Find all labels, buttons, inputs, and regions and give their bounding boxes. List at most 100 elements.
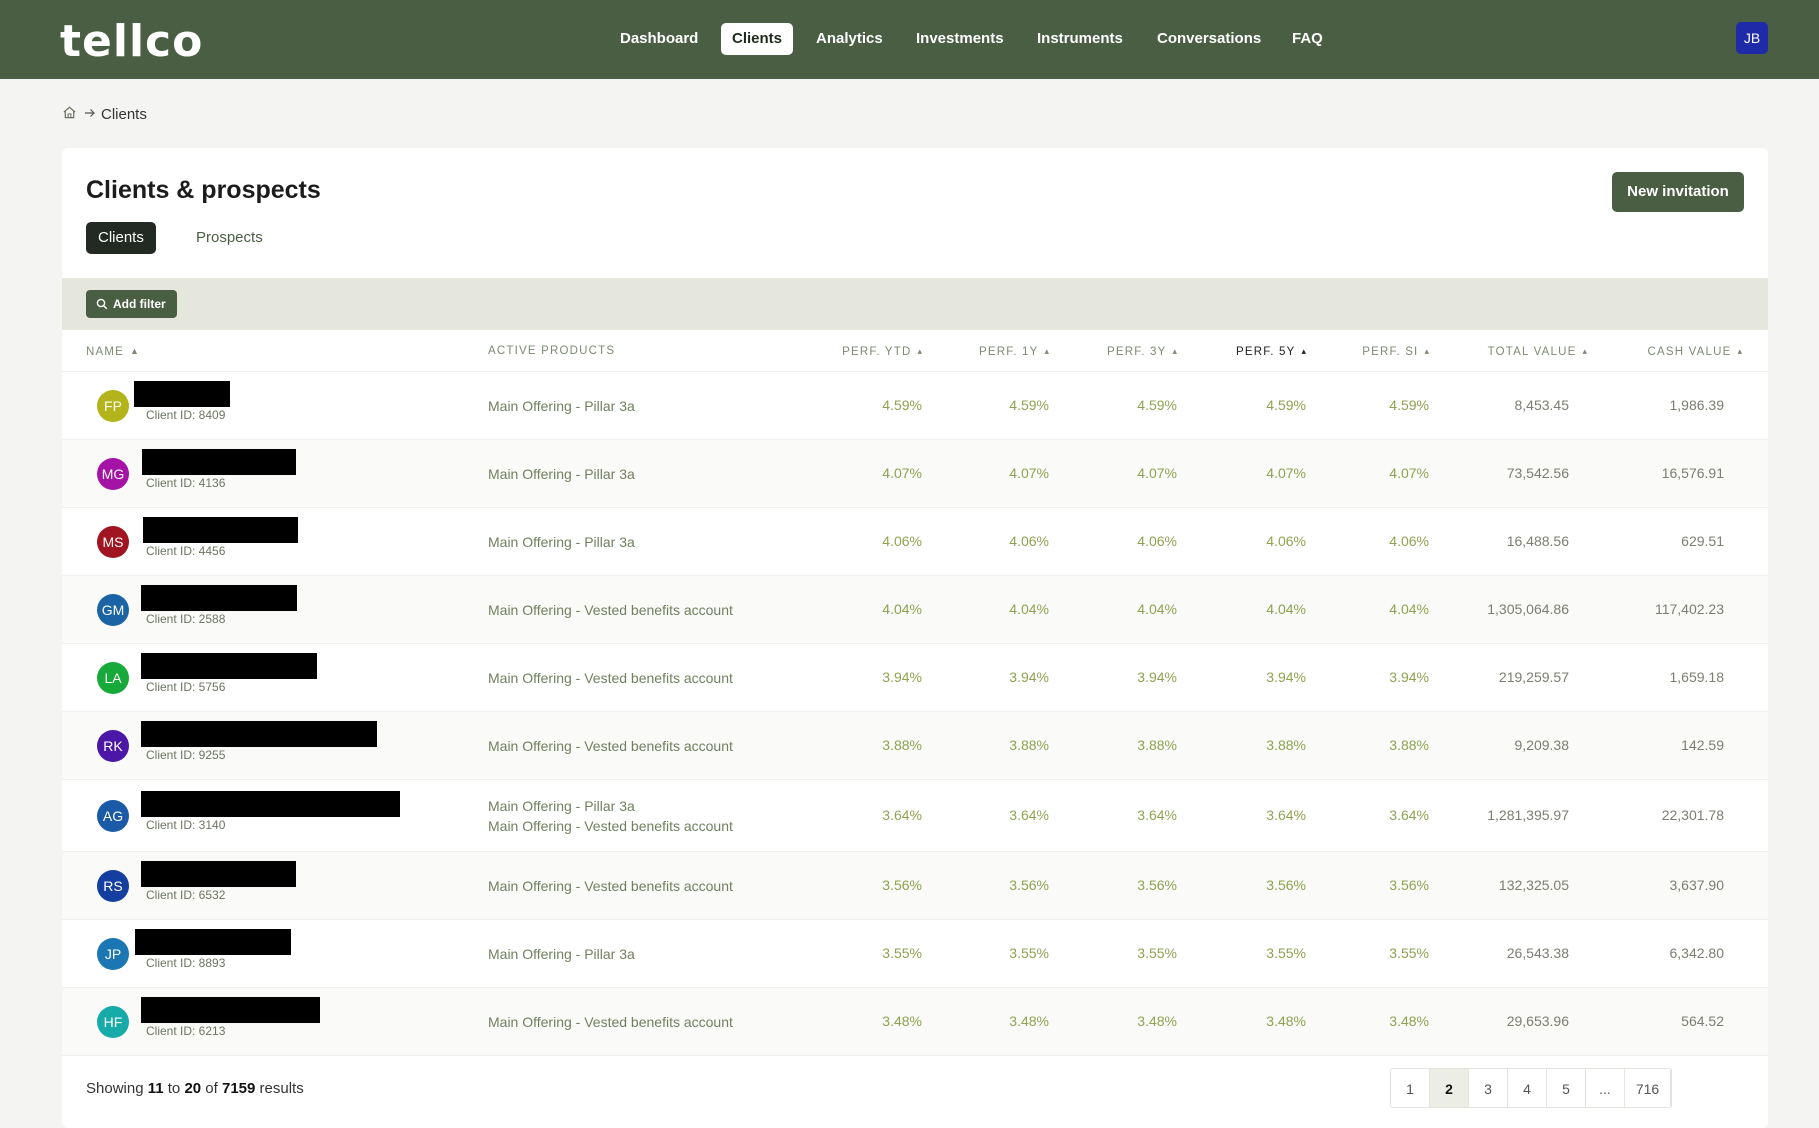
perf-y3-value: 3.88% xyxy=(1137,737,1177,753)
clients-card: Clients & prospects New invitation Clien… xyxy=(62,148,1768,1128)
table-row[interactable]: GM Client ID: 2588 Main Offering - Vested … xyxy=(62,576,1768,644)
arrow-right-icon xyxy=(84,106,96,123)
client-avatar: RK xyxy=(97,730,129,762)
redacted-client-name[interactable] xyxy=(135,929,291,955)
active-products: Main Offering - Vested benefits account xyxy=(488,736,733,756)
nav-dashboard[interactable]: Dashboard xyxy=(609,23,709,55)
perf-y3-value: 4.07% xyxy=(1137,465,1177,481)
perf-si-value: 3.48% xyxy=(1389,1013,1429,1029)
cash-value: 142.59 xyxy=(1681,737,1724,753)
redacted-client-name[interactable] xyxy=(141,791,400,817)
active-products: Main Offering - Vested benefits account xyxy=(488,600,733,620)
header-cash-value[interactable]: CASH VALUE ▴ xyxy=(1597,330,1742,372)
perf-ytd-value: 4.04% xyxy=(882,601,922,617)
header-perf-1y[interactable]: PERF. 1Y ▴ xyxy=(949,330,1049,372)
perf-si-value: 4.07% xyxy=(1389,465,1429,481)
perf-ytd-value: 4.07% xyxy=(882,465,922,481)
nav-clients[interactable]: Clients xyxy=(721,23,794,55)
redacted-client-name[interactable] xyxy=(141,653,317,679)
table-row[interactable]: RK Client ID: 9255 Main Offering - Vested … xyxy=(62,712,1768,780)
table-row[interactable]: AG Client ID: 3140 Main Offering - Pillar … xyxy=(62,780,1768,852)
cash-value: 1,986.39 xyxy=(1669,397,1725,413)
sort-icon: ▴ xyxy=(1424,346,1429,356)
total-value: 8,453.45 xyxy=(1514,397,1570,413)
header-perf-3y-label: PERF. 3Y xyxy=(1107,346,1167,358)
table-row[interactable]: MG Client ID: 4136 Main Offering - Pillar … xyxy=(62,440,1768,508)
redacted-client-name[interactable] xyxy=(141,585,297,611)
table-row[interactable]: RS Client ID: 6532 Main Offering - Vested … xyxy=(62,852,1768,920)
new-invitation-button[interactable]: New invitation xyxy=(1612,172,1744,212)
redacted-client-name[interactable] xyxy=(141,997,320,1023)
client-id: Client ID: 8409 xyxy=(146,408,226,422)
table-row[interactable]: LA Client ID: 5756 Main Offering - Vested … xyxy=(62,644,1768,712)
cash-value: 3,637.90 xyxy=(1669,877,1725,893)
header-perf-1y-label: PERF. 1Y xyxy=(979,346,1039,358)
perf-ytd-value: 4.59% xyxy=(882,397,922,413)
active-products: Main Offering - Pillar 3a xyxy=(488,532,635,552)
nav-analytics[interactable]: Analytics xyxy=(805,23,894,55)
page-2-button[interactable]: 2 xyxy=(1430,1069,1469,1107)
perf-y5-value: 3.94% xyxy=(1266,669,1306,685)
page-5-button[interactable]: 5 xyxy=(1547,1069,1586,1107)
total-value: 132,325.05 xyxy=(1498,877,1569,893)
header-perf-ytd[interactable]: PERF. YTD ▴ xyxy=(822,330,922,372)
nav-faq[interactable]: FAQ xyxy=(1281,23,1334,55)
perf-si-value: 4.59% xyxy=(1389,397,1429,413)
page-4-button[interactable]: 4 xyxy=(1508,1069,1547,1107)
user-avatar-button[interactable]: JB xyxy=(1736,22,1768,54)
perf-y1-value: 3.55% xyxy=(1009,945,1049,961)
cash-value: 117,402.23 xyxy=(1654,601,1724,617)
redacted-client-name[interactable] xyxy=(143,517,298,543)
perf-y1-value: 4.07% xyxy=(1009,465,1049,481)
perf-si-value: 4.04% xyxy=(1389,601,1429,617)
header-perf-si-label: PERF. SI xyxy=(1362,346,1419,358)
tab-prospects[interactable]: Prospects xyxy=(184,222,275,254)
nav-conversations[interactable]: Conversations xyxy=(1146,23,1272,55)
active-products: Main Offering - Pillar 3a xyxy=(488,944,635,964)
client-id: Client ID: 2588 xyxy=(146,612,226,626)
page-3-button[interactable]: 3 xyxy=(1469,1069,1508,1107)
tab-clients[interactable]: Clients xyxy=(86,222,156,254)
add-filter-label: Add filter xyxy=(113,297,166,311)
perf-y3-value: 3.94% xyxy=(1137,669,1177,685)
nav-instruments[interactable]: Instruments xyxy=(1026,23,1134,55)
page-716-button[interactable]: 716 xyxy=(1625,1069,1671,1107)
table-row[interactable]: HF Client ID: 6213 Main Offering - Vested … xyxy=(62,988,1768,1056)
table-row[interactable]: MS Client ID: 4456 Main Offering - Pillar … xyxy=(62,508,1768,576)
search-icon xyxy=(96,298,108,310)
perf-si-value: 3.56% xyxy=(1389,877,1429,893)
perf-si-value: 4.06% xyxy=(1389,533,1429,549)
add-filter-button[interactable]: Add filter xyxy=(86,290,177,318)
perf-y5-value: 4.04% xyxy=(1266,601,1306,617)
header-perf-3y[interactable]: PERF. 3Y ▴ xyxy=(1077,330,1177,372)
redacted-client-name[interactable] xyxy=(142,449,296,475)
nav-investments[interactable]: Investments xyxy=(905,23,1015,55)
home-icon[interactable] xyxy=(62,105,77,124)
perf-ytd-value: 3.55% xyxy=(882,945,922,961)
client-avatar: LA xyxy=(97,662,129,694)
header-name[interactable]: NAME ▲︎ xyxy=(86,330,139,372)
sort-icon: ▴ xyxy=(1301,346,1306,356)
table-row[interactable]: FP Client ID: 8409 Main Offering - Pillar … xyxy=(62,372,1768,440)
redacted-client-name[interactable] xyxy=(141,861,296,887)
redacted-client-name[interactable] xyxy=(141,721,377,747)
product-name: Main Offering - Pillar 3a xyxy=(488,398,635,414)
client-avatar: JP xyxy=(97,938,129,970)
total-value: 1,305,064.86 xyxy=(1487,601,1569,617)
perf-y5-value: 4.59% xyxy=(1266,397,1306,413)
cash-value: 564.52 xyxy=(1681,1013,1724,1029)
next-page-button[interactable]: › xyxy=(1391,1092,1430,1107)
client-id: Client ID: 4456 xyxy=(146,544,226,558)
product-name: Main Offering - Pillar 3a xyxy=(488,798,635,814)
cash-value: 629.51 xyxy=(1681,533,1724,549)
header-perf-si[interactable]: PERF. SI ▴ xyxy=(1329,330,1429,372)
perf-y1-value: 3.56% xyxy=(1009,877,1049,893)
perf-y3-value: 3.56% xyxy=(1137,877,1177,893)
header-cash-value-label: CASH VALUE xyxy=(1647,346,1732,358)
header-perf-5y[interactable]: PERF. 5Y ▴ xyxy=(1206,330,1306,372)
header-total-value[interactable]: TOTAL VALUE ▴ xyxy=(1442,330,1587,372)
table-row[interactable]: JP Client ID: 8893 Main Offering - Pillar … xyxy=(62,920,1768,988)
perf-y1-value: 3.48% xyxy=(1009,1013,1049,1029)
total-value: 16,488.56 xyxy=(1506,533,1569,549)
redacted-client-name[interactable] xyxy=(134,381,230,407)
